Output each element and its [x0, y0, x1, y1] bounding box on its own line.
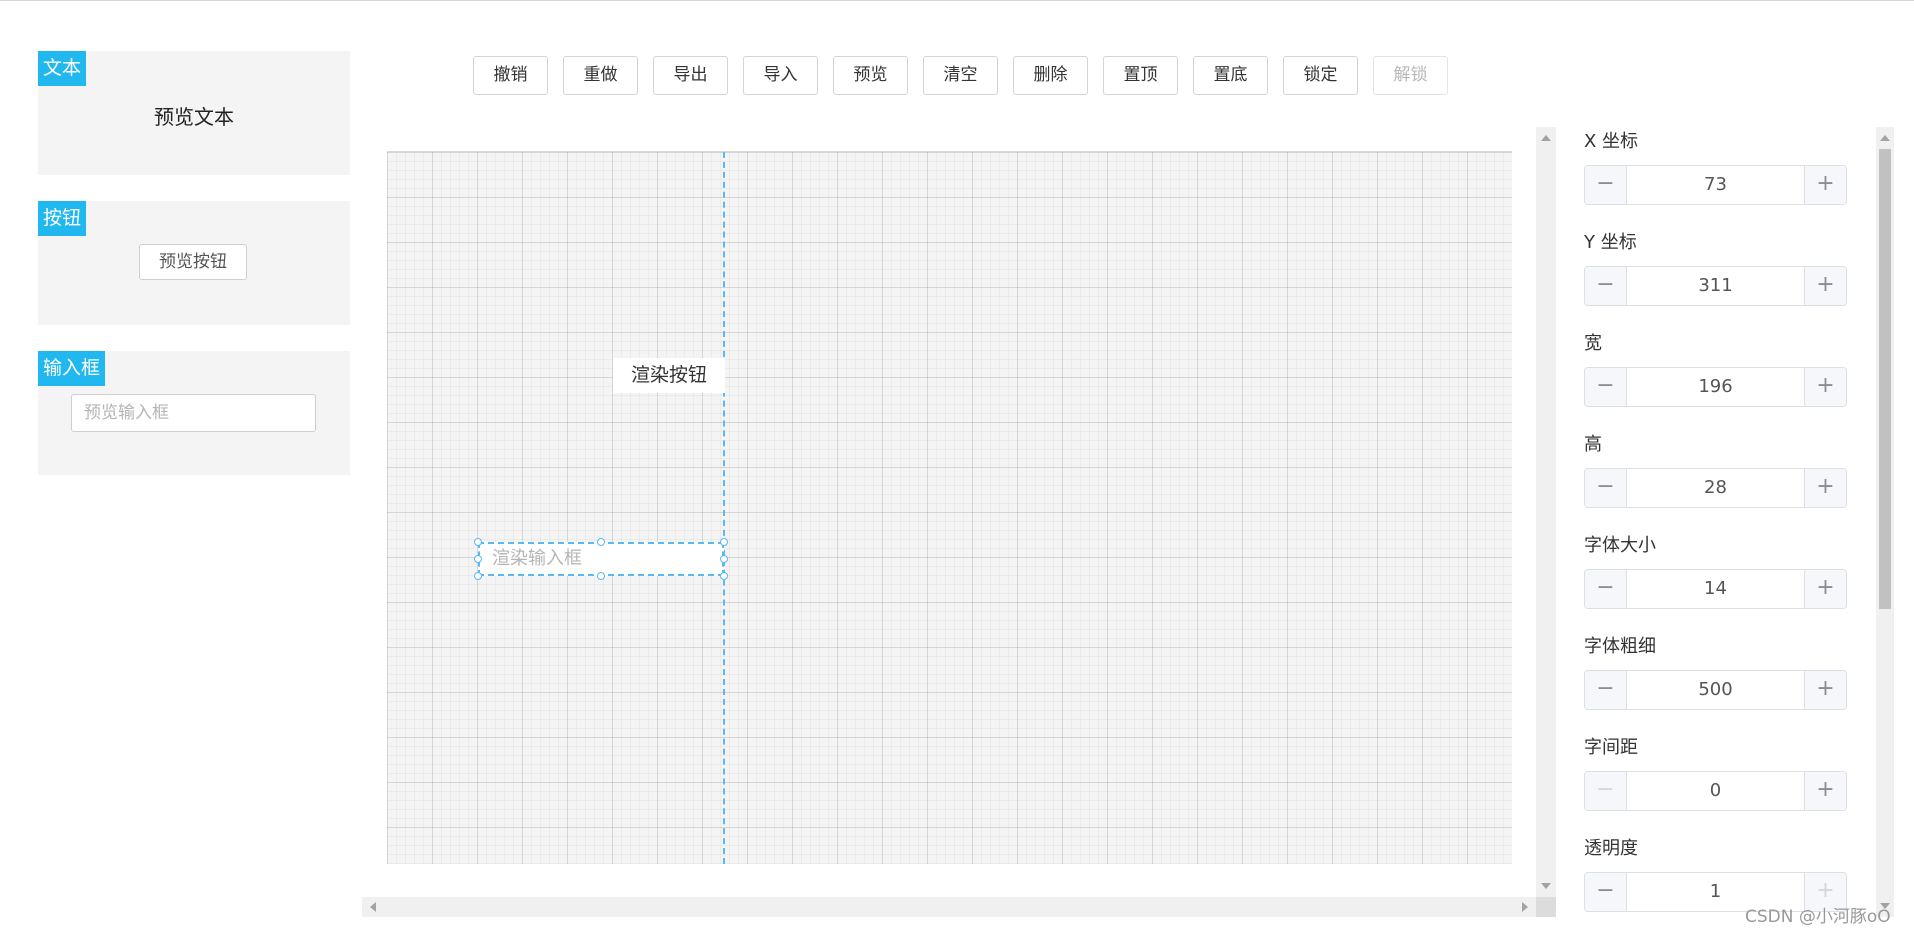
- minus-icon[interactable]: −: [1585, 671, 1627, 709]
- unlock-button[interactable]: 解锁: [1373, 56, 1448, 95]
- component-card-input[interactable]: 输入框 预览输入框: [38, 351, 350, 475]
- prop-label-y: Y 坐标: [1584, 232, 1637, 253]
- scrollbar-corner: [1536, 897, 1556, 917]
- y-value[interactable]: 311: [1627, 267, 1804, 305]
- watermark: CSDN @小河豚oO: [1745, 907, 1891, 927]
- send-to-bottom-button[interactable]: 置底: [1193, 56, 1268, 95]
- preview-button-toolbar[interactable]: 预览: [833, 56, 908, 95]
- prop-label-letter-spacing: 字间距: [1584, 737, 1638, 758]
- prop-label-height: 高: [1584, 434, 1602, 455]
- prop-label-width: 宽: [1584, 333, 1602, 354]
- prop-label-font-size: 字体大小: [1584, 535, 1656, 556]
- component-tag-input: 输入框: [38, 351, 106, 386]
- minus-icon[interactable]: −: [1585, 368, 1627, 406]
- scroll-left-arrow-icon[interactable]: [370, 902, 376, 912]
- scrollbar-thumb[interactable]: [1879, 149, 1891, 609]
- minus-icon[interactable]: −: [1585, 267, 1627, 305]
- scroll-up-arrow-icon[interactable]: [1880, 135, 1890, 141]
- font-weight-stepper[interactable]: − 500 +: [1584, 670, 1847, 710]
- preview-button[interactable]: 预览按钮: [139, 244, 247, 280]
- font-weight-value[interactable]: 500: [1627, 671, 1804, 709]
- plus-icon[interactable]: +: [1804, 570, 1846, 608]
- property-panel-scrollbar[interactable]: [1876, 127, 1894, 917]
- x-value[interactable]: 73: [1627, 166, 1804, 204]
- preview-text: 预览文本: [154, 105, 234, 129]
- redo-button[interactable]: 重做: [563, 56, 638, 95]
- rendered-input-selected[interactable]: 渲染输入框: [478, 542, 724, 576]
- canvas-horizontal-scrollbar[interactable]: [362, 897, 1536, 917]
- x-stepper[interactable]: − 73 +: [1584, 165, 1847, 205]
- font-size-value[interactable]: 14: [1627, 570, 1804, 608]
- resize-handle-left[interactable]: [474, 555, 482, 563]
- plus-icon[interactable]: +: [1804, 166, 1846, 204]
- scroll-right-arrow-icon[interactable]: [1522, 902, 1528, 912]
- minus-icon[interactable]: −: [1585, 166, 1627, 204]
- clear-button[interactable]: 清空: [923, 56, 998, 95]
- component-card-button[interactable]: 按钮 预览按钮: [38, 201, 350, 325]
- scroll-up-arrow-icon[interactable]: [1541, 135, 1551, 141]
- component-card-text[interactable]: 文本 预览文本: [38, 51, 350, 175]
- height-stepper[interactable]: − 28 +: [1584, 468, 1847, 508]
- plus-icon[interactable]: +: [1804, 772, 1846, 810]
- plus-icon[interactable]: +: [1804, 267, 1846, 305]
- preview-input[interactable]: 预览输入框: [71, 394, 316, 432]
- prop-label-font-weight: 字体粗细: [1584, 636, 1656, 657]
- resize-handle-bottom-left[interactable]: [474, 572, 482, 580]
- font-size-stepper[interactable]: − 14 +: [1584, 569, 1847, 609]
- component-tag-button: 按钮: [38, 201, 87, 236]
- alignment-guide-line: [723, 152, 725, 864]
- width-stepper[interactable]: − 196 +: [1584, 367, 1847, 407]
- delete-button[interactable]: 删除: [1013, 56, 1088, 95]
- rendered-button[interactable]: 渲染按钮: [613, 358, 725, 393]
- canvas-vertical-scrollbar[interactable]: [1536, 127, 1556, 897]
- component-tag-text: 文本: [38, 51, 87, 86]
- scroll-down-arrow-icon[interactable]: [1541, 883, 1551, 889]
- width-value[interactable]: 196: [1627, 368, 1804, 406]
- resize-handle-bottom[interactable]: [597, 572, 605, 580]
- height-value[interactable]: 28: [1627, 469, 1804, 507]
- bring-to-top-button[interactable]: 置顶: [1103, 56, 1178, 95]
- undo-button[interactable]: 撤销: [473, 56, 548, 95]
- minus-icon[interactable]: −: [1585, 873, 1627, 911]
- plus-icon[interactable]: +: [1804, 671, 1846, 709]
- letter-spacing-value[interactable]: 0: [1627, 772, 1804, 810]
- resize-handle-top-right[interactable]: [720, 538, 728, 546]
- prop-label-x: X 坐标: [1584, 131, 1639, 152]
- plus-icon[interactable]: +: [1804, 368, 1846, 406]
- y-stepper[interactable]: − 311 +: [1584, 266, 1847, 306]
- top-border: [0, 0, 1914, 1]
- editor-canvas[interactable]: 渲染按钮 渲染输入框: [387, 151, 1512, 864]
- resize-handle-bottom-right[interactable]: [720, 572, 728, 580]
- minus-icon[interactable]: −: [1585, 772, 1627, 810]
- resize-handle-top-left[interactable]: [474, 538, 482, 546]
- lock-button[interactable]: 锁定: [1283, 56, 1358, 95]
- import-button[interactable]: 导入: [743, 56, 818, 95]
- prop-label-opacity: 透明度: [1584, 838, 1638, 859]
- letter-spacing-stepper[interactable]: − 0 +: [1584, 771, 1847, 811]
- plus-icon[interactable]: +: [1804, 469, 1846, 507]
- minus-icon[interactable]: −: [1585, 570, 1627, 608]
- minus-icon[interactable]: −: [1585, 469, 1627, 507]
- export-button[interactable]: 导出: [653, 56, 728, 95]
- resize-handle-top[interactable]: [597, 538, 605, 546]
- resize-handle-right[interactable]: [720, 555, 728, 563]
